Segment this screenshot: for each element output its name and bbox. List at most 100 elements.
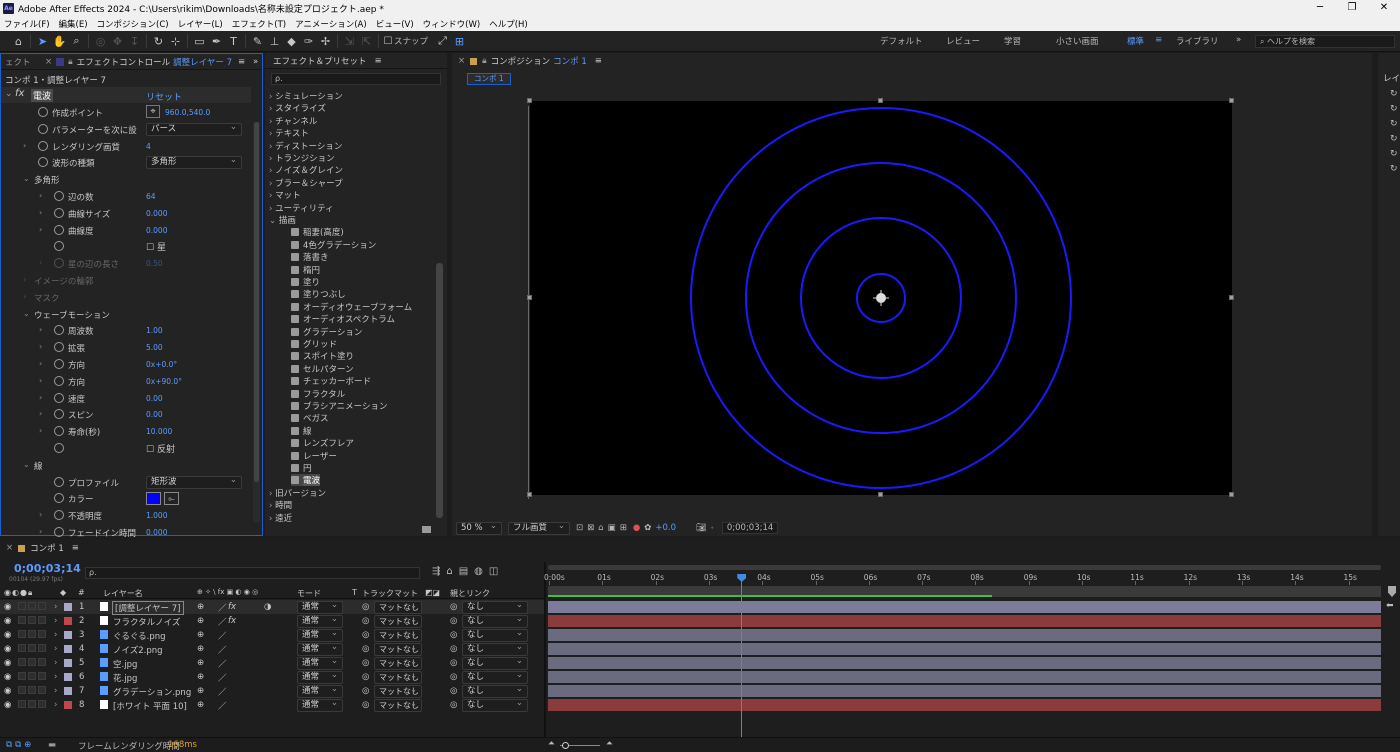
parent-pickwhip-icon[interactable]: ◎ (450, 686, 457, 696)
parent-dropdown[interactable]: なし (462, 656, 528, 670)
eye-visibility-icon[interactable]: ◉ (4, 658, 11, 668)
expand-layer-chevron-icon[interactable]: › (54, 602, 57, 612)
lock-switch[interactable] (38, 700, 46, 708)
effect-item[interactable]: フラクタル (291, 388, 345, 400)
transparency-grid-icon[interactable]: ⊠ (587, 523, 594, 533)
panel-lock-icon[interactable] (56, 57, 65, 66)
color-channels-icon[interactable]: ● (633, 523, 640, 533)
effect-property-row[interactable]: ☐ 星 (1, 238, 251, 255)
effect-item[interactable]: レンズフレア (291, 437, 354, 449)
audio-switch[interactable] (18, 630, 26, 638)
comp-timecode[interactable]: 0;00;03;14 (721, 522, 779, 534)
effect-item[interactable]: 楕円 (291, 264, 320, 276)
home-icon[interactable]: ⌂ (10, 33, 27, 50)
snap-checkbox[interactable]: ☐ (382, 33, 394, 50)
status-toggle-icons[interactable]: ⧉⧉⊕ (6, 740, 34, 750)
effect-property-row[interactable]: › レンダリング画質 4 (1, 138, 251, 155)
scrollbar-thumb[interactable] (254, 122, 259, 482)
color-management-icon[interactable]: ✿ (644, 523, 651, 533)
effect-category[interactable]: › シミュレーション (269, 90, 343, 102)
layer-duration-bar[interactable] (548, 657, 1381, 669)
quality-switch-icon[interactable]: ／ (218, 686, 227, 698)
property-value[interactable]: 4 (146, 142, 151, 151)
property-value[interactable]: 1.000 (146, 511, 167, 520)
snap-grid-icon[interactable]: ⊞ (451, 33, 468, 50)
effect-category[interactable]: › 遠近 (269, 512, 292, 524)
layer-label-color[interactable] (64, 617, 72, 625)
lock-switch[interactable] (38, 672, 46, 680)
clone-stamp-icon[interactable]: ⊥ (266, 33, 283, 50)
shy-switch-icon[interactable]: ⊕ (197, 686, 204, 696)
adjustment-layer-icon[interactable]: ◑ (264, 602, 271, 612)
shy-switch-icon[interactable]: ⊕ (197, 630, 204, 640)
collapse-chevron-icon[interactable]: ⌄ (5, 89, 13, 99)
layer-row[interactable]: ◉ › 1 [調整レイヤー 7] ⊕ ／fx ◑ 通常 ◎ マットなし ◎ なし (0, 600, 544, 615)
effect-category[interactable]: › ブラー＆シャープ (269, 177, 343, 189)
expand-layer-chevron-icon[interactable]: › (54, 644, 57, 654)
stopwatch-icon[interactable] (54, 443, 64, 453)
col-layer-name-header[interactable]: レイヤー名 (103, 588, 143, 599)
effect-item[interactable]: 4色グラデーション (291, 239, 376, 251)
effect-property-row[interactable]: ⌄ 多角形 (1, 171, 251, 188)
layer-name[interactable]: 空.jpg (113, 658, 137, 670)
parent-pickwhip-icon[interactable]: ◎ (450, 672, 457, 682)
stopwatch-icon[interactable] (54, 325, 64, 336)
menu-item[interactable]: 編集(E) (59, 18, 88, 30)
effect-item[interactable]: オーディオスペクトラム (291, 313, 395, 325)
layer-duration-bar[interactable] (548, 671, 1381, 683)
layer-row[interactable]: ◉ › 2 フラクタルノイズ ⊕ ／fx 通常 ◎ マットなし ◎ なし (0, 614, 544, 628)
menu-item[interactable]: コンポジション(C) (97, 18, 169, 30)
effect-item[interactable]: 塗り (291, 276, 320, 288)
transform-handle[interactable] (878, 492, 883, 497)
workspace-tab[interactable]: レビュー (946, 35, 980, 47)
effect-property-row[interactable]: › 拡張 5.00 (1, 339, 251, 356)
track-matte-pickwhip-icon[interactable]: ◎ (362, 658, 369, 668)
tab-lock-icon[interactable]: 🔒︎ (68, 57, 73, 67)
solo-switch[interactable] (28, 658, 36, 666)
group-chevron-icon[interactable]: › (23, 275, 26, 284)
workspace-menu-icon[interactable]: ≡ (1155, 35, 1162, 45)
track-matte-dropdown[interactable]: マットなし (374, 600, 422, 614)
maximize-button[interactable]: ❐ (1336, 0, 1368, 16)
track-matte-pickwhip-icon[interactable]: ◎ (362, 644, 369, 654)
solo-switch[interactable] (28, 672, 36, 680)
panel-menu-icon[interactable]: ≡ (595, 56, 602, 66)
roto-brush-icon[interactable]: ✑ (300, 33, 317, 50)
fx-switch-icon[interactable]: fx (228, 602, 236, 612)
parent-dropdown[interactable]: なし (462, 614, 528, 628)
eye-visibility-icon[interactable]: ◉ (4, 672, 11, 682)
snapshot-camera-icon[interactable]: 📷︎ (696, 523, 707, 533)
quality-switch-icon[interactable]: ／ (218, 700, 227, 712)
timeline-switch-icons[interactable]: ⇶⌂▤◍◫ (432, 566, 504, 577)
effect-item[interactable]: オーディオウェーブフォーム (291, 301, 412, 313)
lock-switch[interactable] (38, 602, 46, 610)
track-matte-dropdown[interactable]: マットなし (374, 670, 422, 684)
parent-dropdown[interactable]: なし (462, 684, 528, 698)
quality-switch-icon[interactable]: ／ (218, 616, 227, 628)
puppet-tool-icon[interactable]: ✢ (317, 33, 334, 50)
group-chevron-icon[interactable]: › (23, 292, 26, 301)
tab-close-icon[interactable]: × (6, 543, 13, 553)
parent-dropdown[interactable]: なし (462, 600, 528, 614)
expand-layer-chevron-icon[interactable]: › (54, 658, 57, 668)
layer-row[interactable]: ◉ › 7 グラデーション.png ⊕ ／ 通常 ◎ マットなし ◎ なし (0, 684, 544, 698)
workspace-tab[interactable]: 学習 (1004, 35, 1021, 47)
effect-property-row[interactable]: › 周波数 1.00 (1, 322, 251, 339)
transform-handle[interactable] (1229, 492, 1234, 497)
expand-chevron-icon[interactable]: ⌄ (269, 216, 279, 226)
property-value[interactable]: 0x+90.0° (146, 377, 182, 386)
eraser-tool-icon[interactable]: ◆ (283, 33, 300, 50)
eye-visibility-icon[interactable]: ◉ (4, 616, 11, 626)
audio-switch[interactable] (18, 672, 26, 680)
workspace-tab[interactable]: ライブラリ (1176, 35, 1219, 47)
axis-world-icon[interactable]: ⇱ (358, 33, 375, 50)
region-of-interest-icon[interactable]: ▣ (608, 523, 616, 533)
audio-switch[interactable] (18, 700, 26, 708)
expand-chevron-icon[interactable]: › (39, 409, 42, 418)
stopwatch-icon[interactable] (38, 140, 48, 151)
quality-switch-icon[interactable]: ／ (218, 630, 227, 642)
blend-mode-dropdown[interactable]: 通常 (297, 656, 343, 670)
zoom-slider-thumb[interactable] (562, 742, 569, 749)
expand-chevron-icon[interactable]: › (39, 426, 42, 435)
layer-row[interactable]: ◉ › 5 空.jpg ⊕ ／ 通常 ◎ マットなし ◎ なし (0, 656, 544, 670)
